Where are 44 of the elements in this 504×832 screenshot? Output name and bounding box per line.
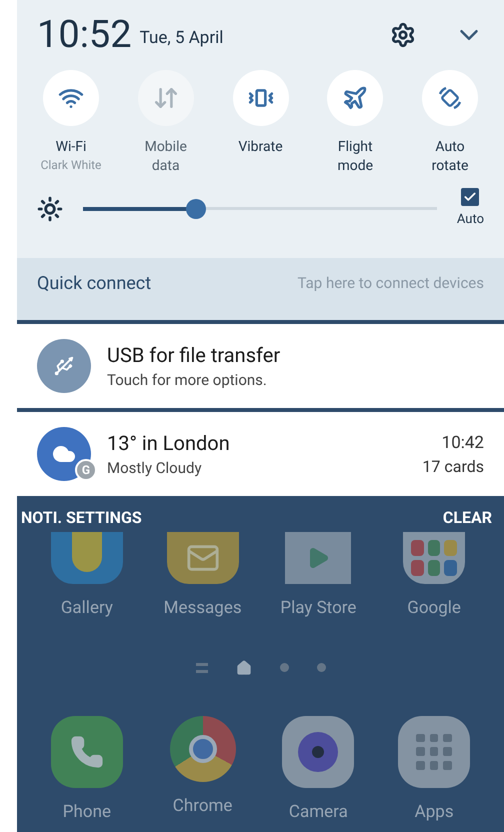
rotate-icon [436, 84, 464, 112]
auto-label: Auto [456, 211, 484, 229]
usb-icon [37, 339, 91, 393]
camera-icon[interactable] [282, 716, 354, 788]
arrows-icon [152, 85, 179, 111]
notification-card[interactable]: USB for file transfer Touch for more options. [17, 324, 504, 408]
folder-icon[interactable] [403, 532, 466, 584]
phone-icon[interactable] [50, 716, 123, 788]
noti-settings-button[interactable]: NOTI. SETTINGS [21, 506, 142, 530]
quick-toggle[interactable]: Auto rotate [404, 70, 496, 176]
notification-title: 13° in London [107, 430, 231, 457]
app-label: Phone [62, 800, 111, 824]
notification-text: Mostly Cloudy [107, 458, 203, 479]
slider-thumb[interactable] [186, 198, 206, 219]
app-label: Google [407, 597, 461, 620]
envelope-icon[interactable] [166, 532, 239, 584]
notification-text: Touch for more options. [107, 370, 268, 391]
quick-toggle[interactable]: Wi-Fi Clark White [25, 70, 117, 176]
quick-toggle[interactable]: Flight mode [309, 70, 402, 176]
airplane-icon [342, 85, 368, 111]
notification-time: 10:42 [442, 432, 484, 455]
app-badge: G [75, 459, 97, 481]
auto-checkbox[interactable] [461, 188, 480, 206]
date-text: Tue, 5 April [140, 27, 224, 50]
app-label: Chrome [172, 794, 232, 818]
checkmark-icon [463, 190, 478, 204]
quick-toggle[interactable]: Mobile data [120, 70, 212, 176]
quick-toggle[interactable]: Vibrate [214, 70, 306, 176]
notification-title: USB for file transfer [107, 342, 282, 369]
quick-connect-bar[interactable]: Quick connect Tap here to connect devices [17, 258, 504, 320]
apps-grid-icon[interactable] [398, 716, 470, 788]
notification-card[interactable]: G 13° in London Mostly Cloudy 10:42 17 cards [17, 412, 504, 496]
app-label: Gallery [60, 597, 113, 620]
brightness-icon [37, 196, 63, 222]
app-label: Camera [288, 800, 348, 824]
app-label: Apps [414, 800, 454, 824]
brightness-slider[interactable] [83, 198, 437, 219]
clock-time: 10:52 [37, 16, 132, 54]
clear-button[interactable]: CLEAR [442, 506, 492, 530]
app-label: Play Store [280, 597, 356, 620]
app-label: Messages [164, 597, 242, 620]
card-count: 17 cards [422, 456, 484, 478]
cloud-icon [37, 427, 91, 481]
settings-icon[interactable] [390, 22, 416, 48]
